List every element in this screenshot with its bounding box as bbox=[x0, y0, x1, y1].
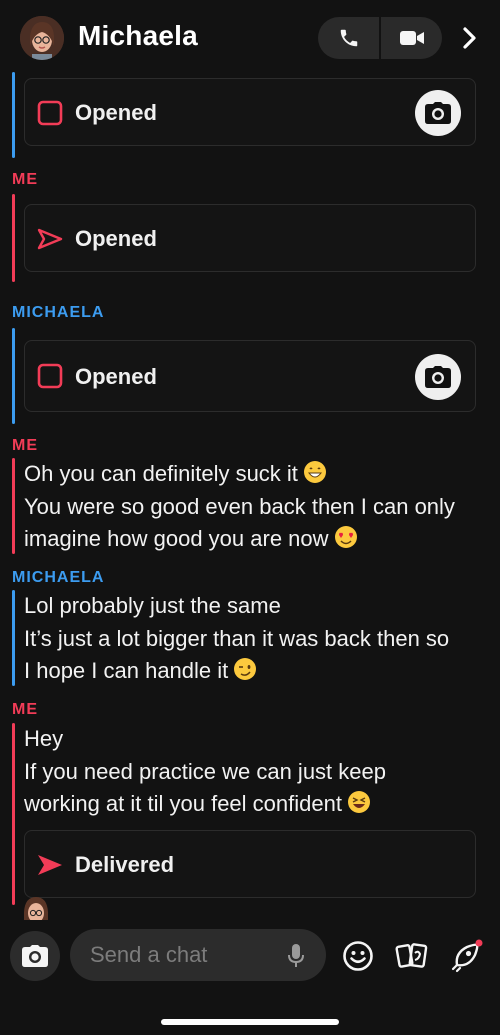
message-line: It’s just a lot bigger than it was back … bbox=[24, 625, 450, 651]
chat-header: Michaela bbox=[0, 0, 500, 72]
snap-card[interactable]: Opened bbox=[24, 78, 476, 146]
snap-status-label: Opened bbox=[75, 364, 157, 389]
camera-icon bbox=[22, 945, 48, 967]
sender-bar-michaela bbox=[12, 328, 15, 424]
snap-status-label: Opened bbox=[75, 100, 157, 125]
sender-label-me: ME bbox=[12, 437, 38, 454]
chat-composer bbox=[0, 920, 500, 1035]
winking-emoji-icon bbox=[234, 658, 257, 680]
message-line: working at it til you feel confident bbox=[24, 791, 342, 816]
video-call-button[interactable] bbox=[381, 17, 442, 59]
sender-bar-me bbox=[12, 194, 15, 282]
typing-bitmoji bbox=[20, 894, 52, 920]
chat-message[interactable]: Lol probably just the same It’s just a l… bbox=[24, 590, 449, 688]
sender-label-michaela: MICHAELA bbox=[12, 304, 105, 321]
snap-status-label: Opened bbox=[75, 226, 157, 251]
chevron-right-icon bbox=[463, 27, 476, 49]
snap-card[interactable]: Opened bbox=[24, 204, 476, 272]
arrow-outline-icon bbox=[37, 228, 63, 250]
contact-name[interactable]: Michaela bbox=[78, 20, 198, 52]
video-icon bbox=[399, 31, 424, 45]
phone-icon bbox=[340, 29, 357, 47]
message-line: imagine how good you are now bbox=[24, 526, 329, 551]
contact-avatar[interactable] bbox=[20, 16, 64, 60]
camera-icon bbox=[425, 102, 451, 124]
sender-label-michaela: MICHAELA bbox=[12, 569, 105, 586]
message-line: If you need practice we can just keep bbox=[24, 758, 386, 784]
replay-snap-button[interactable] bbox=[415, 90, 461, 136]
message-line: You were so good even back then I can on… bbox=[24, 493, 455, 519]
smiley-icon bbox=[343, 941, 373, 971]
stickers-button[interactable] bbox=[395, 939, 429, 973]
square-snap-icon bbox=[37, 363, 63, 389]
sender-bar-me bbox=[12, 458, 15, 554]
mic-icon[interactable] bbox=[286, 943, 306, 969]
stickers-icon bbox=[395, 943, 428, 968]
profile-chevron-button[interactable] bbox=[452, 20, 488, 56]
laughing-emoji-icon bbox=[348, 791, 371, 813]
replay-snap-button[interactable] bbox=[415, 354, 461, 400]
camera-icon bbox=[425, 366, 451, 388]
sender-bar-michaela bbox=[12, 72, 15, 158]
voice-call-button[interactable] bbox=[318, 17, 379, 59]
sender-bar-michaela bbox=[12, 590, 15, 686]
chat-message[interactable]: Hey If you need practice we can just kee… bbox=[24, 723, 386, 821]
message-line: I hope I can handle it bbox=[24, 658, 229, 683]
sender-label-me: ME bbox=[12, 171, 38, 188]
rocket-icon bbox=[451, 939, 483, 973]
sender-bar-me bbox=[12, 723, 15, 905]
snap-card[interactable]: Opened bbox=[24, 340, 476, 412]
camera-button[interactable] bbox=[10, 931, 60, 981]
arrow-filled-icon bbox=[38, 855, 62, 875]
grinning-emoji-icon bbox=[304, 461, 327, 483]
call-controls bbox=[318, 17, 442, 59]
snap-status-label: Delivered bbox=[75, 852, 175, 877]
message-line: Oh you can definitely suck it bbox=[24, 461, 298, 486]
home-indicator bbox=[161, 1019, 339, 1025]
games-button[interactable] bbox=[449, 939, 483, 973]
chat-message[interactable]: Oh you can definitely suck it You were s… bbox=[24, 458, 455, 556]
sender-label-me: ME bbox=[12, 701, 38, 718]
message-line: Hey bbox=[24, 726, 64, 751]
snap-card[interactable]: Delivered bbox=[24, 830, 476, 898]
square-snap-icon bbox=[37, 100, 63, 126]
message-thread[interactable]: Opened ME Opened MICHAELA Opened ME Oh y… bbox=[0, 72, 500, 920]
emoji-button[interactable] bbox=[341, 939, 375, 973]
message-line: Lol probably just the same bbox=[24, 593, 281, 618]
heart-eyes-emoji-icon bbox=[334, 526, 357, 548]
